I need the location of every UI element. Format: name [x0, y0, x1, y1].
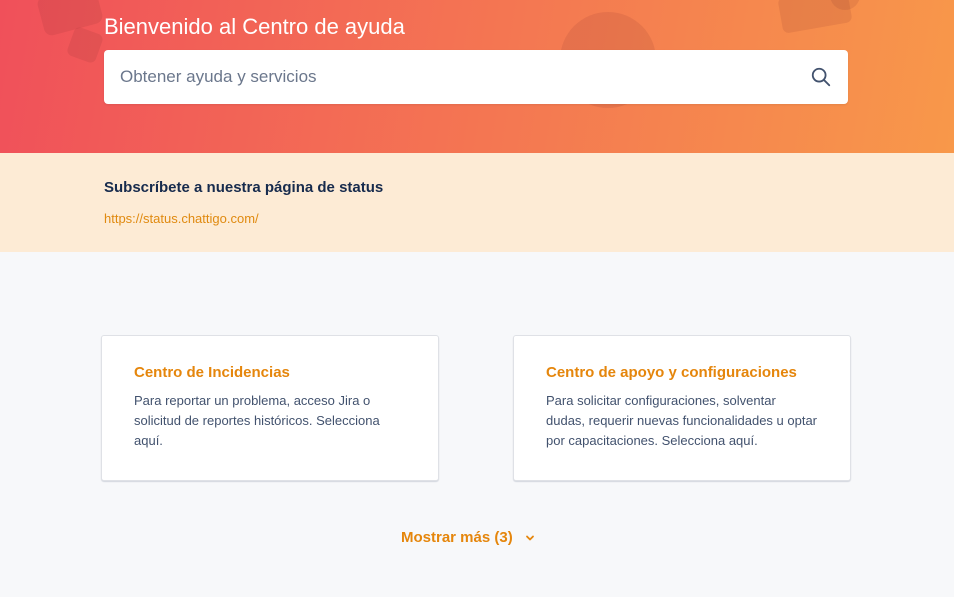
chevron-down-icon	[525, 535, 534, 540]
show-more-label: Mostrar más (3)	[401, 529, 513, 546]
request-types-section: Centro de Incidencias Para reportar un p…	[0, 252, 954, 597]
search-input[interactable]	[104, 49, 810, 105]
card-centro-apoyo[interactable]: Centro de apoyo y configuraciones Para s…	[513, 335, 851, 481]
search-box	[104, 49, 848, 105]
decorative-chat-bubble-small	[65, 25, 105, 65]
status-title: Subscríbete a nuestra página de status	[104, 179, 384, 196]
hero-banner: Bienvenido al Centro de ayuda	[0, 0, 954, 153]
card-title: Centro de apoyo y configuraciones	[546, 364, 797, 381]
search-icon[interactable]	[810, 66, 832, 88]
card-title: Centro de Incidencias	[134, 364, 290, 381]
status-banner: Subscríbete a nuestra página de status h…	[0, 153, 954, 252]
page-title: Bienvenido al Centro de ayuda	[104, 14, 405, 39]
card-description: Para reportar un problema, acceso Jira o…	[134, 393, 380, 448]
show-more-button[interactable]: Mostrar más (3)	[401, 529, 535, 546]
card-centro-incidencias[interactable]: Centro de Incidencias Para reportar un p…	[101, 335, 439, 481]
status-link[interactable]: https://status.chattigo.com/	[104, 211, 259, 226]
card-description: Para solicitar configuraciones, solventa…	[546, 393, 818, 448]
